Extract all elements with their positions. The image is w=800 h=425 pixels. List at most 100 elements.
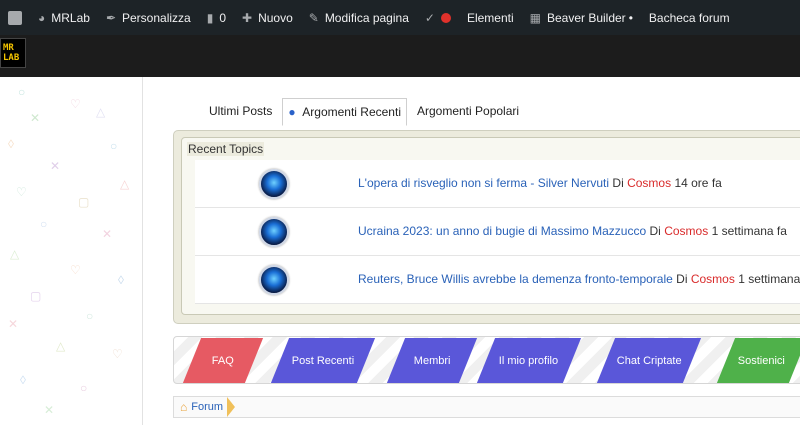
recent-posts-button[interactable]: Post Recenti bbox=[270, 338, 376, 383]
shape-icon: ◊ bbox=[20, 373, 26, 387]
tab-popular-topics[interactable]: Argomenti Popolari bbox=[411, 97, 525, 125]
new-label: Nuovo bbox=[258, 10, 293, 25]
breadcrumb: ⌂ Forum bbox=[173, 396, 800, 418]
shape-icon: ○ bbox=[18, 85, 26, 99]
comments-link[interactable]: ▮ 0 bbox=[199, 0, 234, 35]
avatar[interactable] bbox=[259, 265, 289, 295]
decorative-background: ○ ♡ △ ✕ ◊ ○ ✕ △ ♡ ▢ ○ ✕ △ ♡ ◊ ▢ ○ ✕ △ ♡ … bbox=[0, 77, 142, 425]
plus-icon: ✚ bbox=[242, 10, 253, 25]
tab-recent-topics[interactable]: ● Argomenti Recenti bbox=[282, 98, 407, 126]
yoast-icon: ✓ bbox=[424, 10, 435, 25]
recent-posts-label: Post Recenti bbox=[291, 354, 355, 367]
seo-status-dot bbox=[440, 12, 451, 23]
tab-label: Argomenti Recenti bbox=[302, 105, 401, 119]
tab-label: Ultimi Posts bbox=[209, 104, 273, 118]
topic-link[interactable]: Ucraina 2023: un anno di bugie di Massim… bbox=[358, 224, 646, 238]
shape-icon: ○ bbox=[86, 309, 94, 323]
site-name-link[interactable]: ◕ MRLab bbox=[30, 0, 98, 35]
topic-text: L'opera di risveglio non si ferma - Silv… bbox=[358, 176, 722, 190]
topic-list: L'opera di risveglio non si ferma - Silv… bbox=[195, 160, 800, 304]
my-profile-label: Il mio profilo bbox=[499, 354, 559, 367]
new-content-link[interactable]: ✚ Nuovo bbox=[234, 0, 301, 35]
forum-dashboard-label: Bacheca forum bbox=[648, 10, 730, 25]
author-link[interactable]: Cosmos bbox=[691, 272, 735, 286]
recent-topics-box: Recent Topics L'opera di risveglio non s… bbox=[181, 137, 800, 315]
dashboard-icon: ◕ bbox=[38, 10, 46, 25]
members-label: Membri bbox=[413, 354, 451, 367]
topic-text: Reuters, Bruce Willis avrebbe la demenza… bbox=[358, 272, 800, 286]
customize-label: Personalizza bbox=[122, 10, 191, 25]
elements-label: Elementi bbox=[466, 10, 514, 25]
author-link[interactable]: Cosmos bbox=[627, 176, 671, 190]
breadcrumb-forum-link[interactable]: Forum bbox=[191, 401, 223, 413]
tab-latest-posts[interactable]: Ultimi Posts bbox=[203, 97, 278, 125]
comment-icon: ▮ bbox=[206, 10, 214, 25]
by-label: Di bbox=[612, 176, 624, 190]
customize-link[interactable]: ✒ Personalizza bbox=[98, 0, 199, 35]
chat-bubble-icon: ● bbox=[288, 105, 296, 119]
recent-topics-panel: Recent Topics L'opera di risveglio non s… bbox=[173, 130, 800, 324]
by-label: Di bbox=[649, 224, 661, 238]
beaver-builder-link[interactable]: ▦ Beaver Builder • bbox=[522, 0, 641, 35]
shape-icon: ♡ bbox=[16, 185, 27, 199]
shape-icon: △ bbox=[120, 177, 130, 191]
shape-icon: △ bbox=[10, 247, 20, 261]
shape-icon: ▢ bbox=[30, 289, 42, 303]
shape-icon: ✕ bbox=[50, 159, 61, 173]
shape-icon: ◊ bbox=[8, 137, 14, 151]
shape-icon: ▢ bbox=[78, 195, 90, 209]
shape-icon: ✕ bbox=[44, 403, 55, 417]
avatar[interactable] bbox=[259, 169, 289, 199]
builder-dot-icon: • bbox=[628, 10, 633, 25]
shape-icon: △ bbox=[56, 339, 66, 353]
shape-icon: ✕ bbox=[8, 317, 19, 331]
edit-page-link[interactable]: ✎ Modifica pagina bbox=[301, 0, 417, 35]
time-ago: 14 ore fa bbox=[674, 176, 722, 190]
shape-icon: ○ bbox=[80, 381, 88, 395]
site-logo[interactable]: MR LAB bbox=[0, 38, 26, 68]
beaver-builder-label: Beaver Builder bbox=[546, 10, 626, 25]
list-item: Ucraina 2023: un anno di bugie di Massim… bbox=[195, 208, 800, 256]
encrypted-chat-button[interactable]: Chat Criptate bbox=[596, 338, 702, 383]
wordpress-menu[interactable] bbox=[0, 0, 30, 35]
topic-link[interactable]: Reuters, Bruce Willis avrebbe la demenza… bbox=[358, 272, 673, 286]
wordpress-icon bbox=[8, 10, 22, 25]
by-label: Di bbox=[676, 272, 688, 286]
shape-icon: ◊ bbox=[118, 273, 124, 287]
recent-topics-title: Recent Topics bbox=[187, 142, 265, 156]
members-button[interactable]: Membri bbox=[386, 338, 478, 383]
pencil-icon: ✎ bbox=[308, 10, 319, 25]
list-item: Reuters, Bruce Willis avrebbe la demenza… bbox=[195, 256, 800, 304]
shape-icon: ♡ bbox=[112, 347, 123, 361]
site-name-label: MRLab bbox=[51, 10, 90, 25]
breadcrumb-arrow-icon bbox=[227, 397, 236, 417]
list-item: L'opera di risveglio non si ferma - Silv… bbox=[195, 160, 800, 208]
author-link[interactable]: Cosmos bbox=[664, 224, 708, 238]
topic-text: Ucraina 2023: un anno di bugie di Massim… bbox=[358, 224, 787, 238]
time-ago: 1 settimana fa bbox=[711, 224, 787, 238]
home-icon[interactable]: ⌂ bbox=[180, 400, 187, 414]
elements-link[interactable]: Elementi bbox=[459, 0, 522, 35]
shape-icon: ✕ bbox=[102, 227, 113, 241]
brush-icon: ✒ bbox=[105, 10, 116, 25]
support-us-button[interactable]: Sostienici bbox=[716, 338, 800, 383]
topic-link[interactable]: L'opera di risveglio non si ferma - Silv… bbox=[358, 176, 609, 190]
time-ago: 1 settimana fa bbox=[738, 272, 800, 286]
my-profile-button[interactable]: Il mio profilo bbox=[476, 338, 582, 383]
yoast-seo-menu[interactable]: ✓ bbox=[417, 0, 459, 35]
forum-dashboard-link[interactable]: Bacheca forum bbox=[641, 0, 738, 35]
shape-icon: ○ bbox=[110, 139, 118, 153]
comments-count: 0 bbox=[219, 10, 226, 25]
faq-button[interactable]: FAQ bbox=[182, 338, 264, 383]
shape-icon: ✕ bbox=[30, 111, 41, 125]
shape-icon: ♡ bbox=[70, 263, 81, 277]
support-us-label: Sostienici bbox=[738, 354, 786, 367]
avatar[interactable] bbox=[259, 217, 289, 247]
admin-bar: ◕ MRLab ✒ Personalizza ▮ 0 ✚ Nuovo ✎ Mod… bbox=[0, 0, 800, 35]
topic-tabs: Ultimi Posts ● Argomenti Recenti Argomen… bbox=[203, 97, 529, 126]
layout-icon: ▦ bbox=[529, 10, 541, 25]
encrypted-chat-label: Chat Criptate bbox=[616, 354, 682, 367]
forum-nav-ribbon: FAQ Post Recenti Membri Il mio profilo C… bbox=[173, 336, 800, 384]
shape-icon: ○ bbox=[40, 217, 48, 231]
faq-label: FAQ bbox=[211, 354, 234, 367]
